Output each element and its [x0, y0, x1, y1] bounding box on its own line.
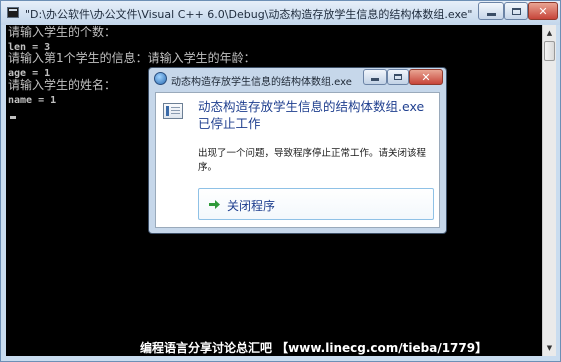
program-icon — [154, 72, 167, 85]
console-app-icon[interactable] — [7, 7, 19, 18]
close-icon: ✕ — [421, 70, 431, 84]
scroll-up-icon[interactable]: ▲ — [543, 26, 556, 40]
dialog-close-button[interactable]: ✕ — [409, 69, 443, 85]
console-titlebar[interactable]: "D:\办公软件\办公文件\Visual C++ 6.0\Debug\动态构造存… — [1, 1, 560, 25]
dialog-message: 出现了一个问题，导致程序停止正常工作。请关闭该程序。 — [198, 148, 427, 173]
close-program-button[interactable]: 关闭程序 — [198, 188, 434, 220]
dialog-titlebar[interactable]: 动态构造存放学生信息的结构体数组.exe ✕ — [149, 68, 446, 90]
console-line: 请输入第1个学生的信息：请输入学生的年龄： — [8, 51, 256, 65]
console-line: 请输入学生的个数： — [8, 25, 117, 39]
scroll-down-icon[interactable]: ▼ — [543, 341, 556, 355]
close-button[interactable]: ✕ — [528, 2, 558, 20]
dialog-maximize-button[interactable] — [387, 69, 409, 85]
scroll-thumb[interactable] — [544, 41, 555, 61]
close-program-label: 关闭程序 — [227, 199, 276, 213]
maximize-icon — [511, 7, 521, 15]
watermark: 编程语言分享讨论总汇吧 【www.linecg.com/tieba/1779】 — [140, 341, 488, 355]
application-icon — [163, 103, 183, 119]
minimize-button[interactable] — [478, 2, 504, 20]
minimize-icon — [371, 78, 379, 81]
maximize-button[interactable] — [504, 2, 528, 20]
console-line: name = 1 — [8, 95, 57, 106]
console-title: "D:\办公软件\办公文件\Visual C++ 6.0\Debug\动态构造存… — [25, 8, 473, 21]
dialog-title: 动态构造存放学生信息的结构体数组.exe — [171, 77, 352, 88]
dialog-minimize-button[interactable] — [363, 69, 387, 85]
close-icon: ✕ — [538, 4, 548, 18]
error-dialog: 动态构造存放学生信息的结构体数组.exe ✕ 动态构造存放学生信息的结构体数组.… — [148, 67, 447, 234]
console-line: 请输入学生的姓名： — [8, 78, 117, 92]
minimize-icon — [486, 12, 496, 16]
green-arrow-icon — [209, 200, 220, 209]
maximize-icon — [394, 74, 402, 80]
text-cursor — [10, 116, 16, 119]
vertical-scrollbar[interactable]: ▲ ▼ — [542, 25, 556, 356]
dialog-body: 动态构造存放学生信息的结构体数组.exe 已停止工作 出现了一个问题，导致程序停… — [155, 92, 440, 228]
dialog-heading: 动态构造存放学生信息的结构体数组.exe 已停止工作 — [198, 99, 425, 131]
